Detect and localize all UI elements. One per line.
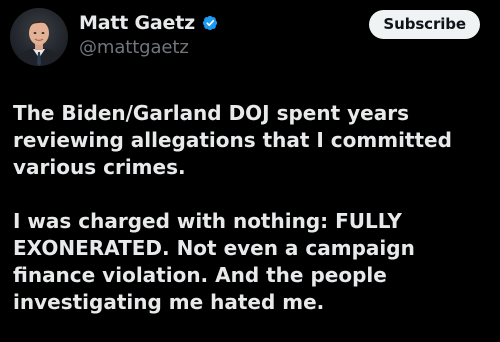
post-paragraph: The Biden/Garland DOJ spent years review…	[13, 101, 452, 179]
name-row: Matt Gaetz	[79, 10, 220, 36]
display-name[interactable]: Matt Gaetz	[79, 12, 195, 34]
author-block: Matt Gaetz @mattgaetz	[79, 10, 220, 58]
post-card: Matt Gaetz @mattgaetz Subscribe The Bide…	[0, 0, 500, 342]
subscribe-button[interactable]: Subscribe	[369, 10, 480, 39]
post-paragraph: I was charged with nothing: FULLY EXONER…	[13, 209, 415, 314]
post-text: The Biden/Garland DOJ spent years review…	[13, 100, 493, 316]
avatar[interactable]	[10, 8, 68, 66]
handle[interactable]: @mattgaetz	[79, 37, 220, 58]
verified-badge-icon[interactable]	[200, 13, 220, 33]
profile-photo-icon	[10, 8, 68, 66]
